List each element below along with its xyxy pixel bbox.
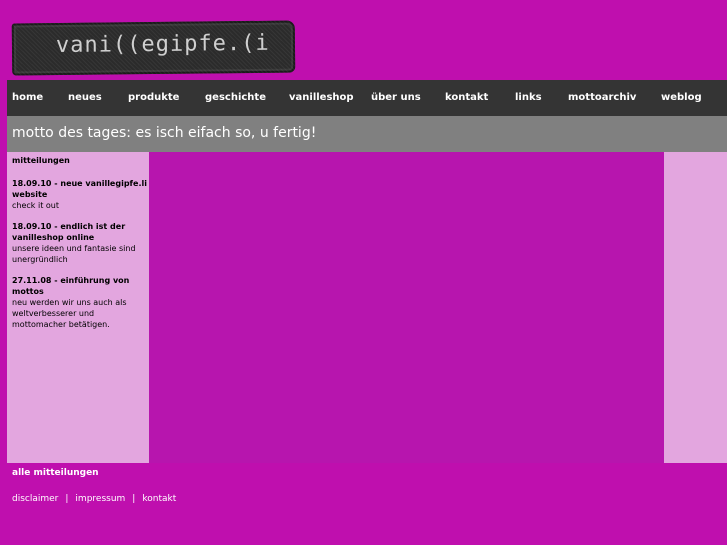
nav-kontakt[interactable]: kontakt <box>445 80 488 116</box>
nav-links[interactable]: links <box>515 80 542 116</box>
footer-impressum[interactable]: impressum <box>75 494 125 504</box>
news-body: check it out <box>12 201 59 210</box>
news-item: 18.09.10 - neue vanillegipfe.li website … <box>12 178 148 211</box>
logo-text: vani((egipfe.(i <box>55 30 270 59</box>
nav-home[interactable]: home <box>12 80 43 116</box>
nav-produkte[interactable]: produkte <box>128 80 179 116</box>
all-news-link[interactable]: alle mitteilungen <box>12 468 99 478</box>
news-title[interactable]: 27.11.08 - einführung von mottos <box>12 275 148 297</box>
sidebar-news: mitteilungen 18.09.10 - neue vanillegipf… <box>7 152 149 463</box>
news-item: 18.09.10 - endlich ist der vanilleshop o… <box>12 221 148 265</box>
news-body: unsere ideen und fantasie sind unergründ… <box>12 244 136 264</box>
footer-separator: | <box>132 494 136 504</box>
news-title[interactable]: 18.09.10 - endlich ist der vanilleshop o… <box>12 221 148 243</box>
footer-kontakt[interactable]: kontakt <box>142 494 176 504</box>
news-title[interactable]: 18.09.10 - neue vanillegipfe.li website <box>12 178 148 200</box>
right-sidebar <box>664 152 727 463</box>
nav-mottoarchiv[interactable]: mottoarchiv <box>568 80 636 116</box>
nav-ueber-uns[interactable]: über uns <box>371 80 421 116</box>
nav-vanilleshop[interactable]: vanilleshop <box>289 80 354 116</box>
footer-disclaimer[interactable]: disclaimer <box>12 494 58 504</box>
footer-links: disclaimer | impressum | kontakt <box>12 494 176 504</box>
nav-weblog[interactable]: weblog <box>661 80 702 116</box>
sidebar-heading: mitteilungen <box>12 156 70 165</box>
news-body: neu werden wir uns auch als weltverbesse… <box>12 298 127 329</box>
site-logo[interactable]: vani((egipfe.(i <box>11 20 296 76</box>
news-item: 27.11.08 - einführung von mottos neu wer… <box>12 275 148 330</box>
main-navigation: home neues produkte geschichte vanillesh… <box>7 80 727 116</box>
motto-text: motto des tages: es isch eifach so, u fe… <box>12 125 317 141</box>
footer-separator: | <box>65 494 69 504</box>
main-content <box>149 152 664 463</box>
nav-geschichte[interactable]: geschichte <box>205 80 266 116</box>
motto-bar: motto des tages: es isch eifach so, u fe… <box>7 116 727 152</box>
nav-neues[interactable]: neues <box>68 80 102 116</box>
